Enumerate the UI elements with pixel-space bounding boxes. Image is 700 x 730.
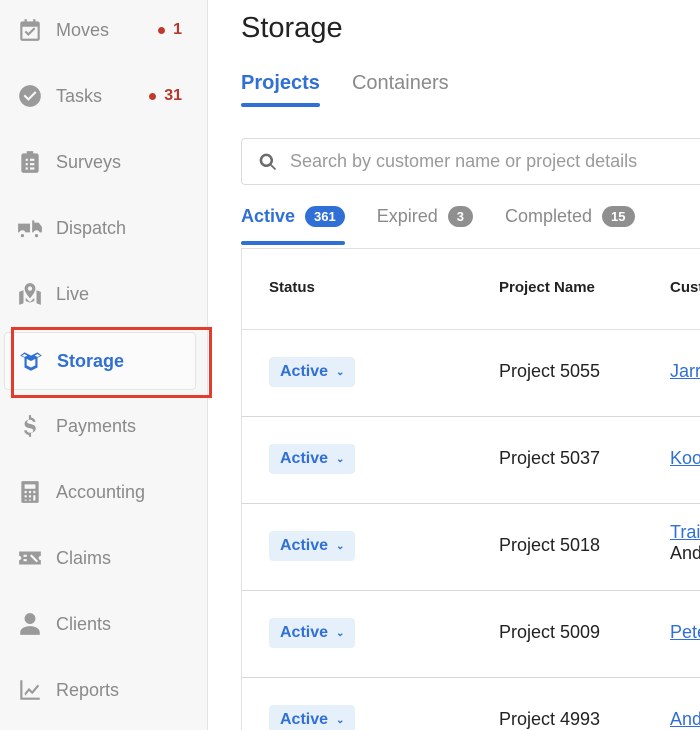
customer-secondary: And	[670, 543, 700, 563]
project-name: Project 4993	[499, 709, 601, 729]
top-tabs: Projects Containers	[241, 72, 481, 107]
projects-table: Status Project Name Cust Active⌄ Project…	[241, 248, 700, 730]
table-row[interactable]: Active ⌄ Project 5037 Koo	[242, 417, 700, 504]
chevron-down-icon: ⌄	[336, 366, 345, 378]
column-header-project-name[interactable]: Project Name	[499, 279, 595, 296]
sidebar-item-live[interactable]: Live	[16, 274, 196, 314]
table-row[interactable]: Active ⌄ Project 4993 And	[242, 678, 700, 730]
truck-icon	[16, 214, 44, 242]
user-icon	[16, 610, 44, 638]
sidebar-item-label: Live	[56, 283, 90, 304]
main-content: Storage Projects Containers Active 361 E…	[208, 0, 700, 730]
customer-cell: Trai And	[670, 522, 700, 564]
chevron-down-icon: ⌄	[336, 540, 345, 552]
project-name: Project 5037	[499, 448, 601, 468]
sidebar-item-clients[interactable]: Clients	[16, 604, 196, 644]
sidebar-item-tasks[interactable]: Tasks 31	[16, 76, 196, 116]
project-name: Project 5055	[499, 361, 601, 381]
red-dot-icon	[149, 92, 157, 100]
claim-ticket-icon	[16, 544, 44, 572]
customer-link[interactable]: Jarr	[670, 361, 700, 382]
sidebar-item-accounting[interactable]: Accounting	[16, 472, 196, 512]
customer-cell: And	[670, 709, 700, 730]
sidebar-item-moves[interactable]: Moves 1	[16, 10, 196, 50]
sidebar-item-label: Reports	[56, 679, 120, 700]
sidebar-item-label: Accounting	[56, 481, 146, 502]
status-dropdown[interactable]: Active ⌄	[269, 444, 355, 474]
sidebar-item-label: Surveys	[56, 151, 122, 172]
chevron-down-icon: ⌄	[336, 714, 345, 726]
calendar-check-icon	[16, 16, 44, 44]
sidebar-item-label: Tasks	[56, 85, 103, 106]
page-title: Storage	[241, 12, 343, 44]
customer-cell: Koo	[670, 448, 700, 469]
customer-link[interactable]: And	[670, 709, 700, 730]
status-tabs: Active 361 Expired 3 Completed 15	[241, 206, 667, 245]
chevron-down-icon: ⌄	[336, 453, 345, 465]
status-dropdown[interactable]: Active ⌄	[269, 357, 355, 387]
table-row[interactable]: Active ⌄ Project 5055 Jarr	[242, 330, 700, 417]
sidebar-item-label: Claims	[56, 547, 112, 568]
project-name: Project 5009	[499, 622, 601, 642]
clipboard-icon	[16, 148, 44, 176]
column-header-customer[interactable]: Cust	[670, 279, 700, 296]
tab-completed[interactable]: Completed 15	[505, 206, 635, 241]
count-badge: 3	[447, 206, 473, 227]
sidebar-item-surveys[interactable]: Surveys	[16, 142, 196, 182]
sidebar-item-payments[interactable]: Payments	[16, 406, 196, 446]
sidebar-item-label: Dispatch	[56, 217, 127, 238]
search-icon	[259, 153, 277, 170]
customer-cell: Pete	[670, 622, 700, 643]
dollar-icon	[16, 412, 44, 440]
red-dot-icon	[158, 26, 166, 34]
sidebar-item-reports[interactable]: Reports	[16, 670, 196, 710]
customer-link[interactable]: Pete	[670, 622, 700, 643]
highlight-box	[11, 327, 212, 398]
chevron-down-icon: ⌄	[336, 627, 345, 639]
notification-badge: 1	[158, 21, 182, 39]
sidebar-item-label: Moves	[56, 19, 110, 40]
sidebar-item-dispatch[interactable]: Dispatch	[16, 208, 196, 248]
search-box	[241, 138, 700, 185]
sidebar-item-claims[interactable]: Claims	[16, 538, 196, 578]
status-dropdown[interactable]: Active ⌄	[269, 705, 355, 730]
tab-active[interactable]: Active 361	[241, 206, 345, 245]
customer-link[interactable]: Koo	[670, 448, 700, 469]
table-header: Status Project Name Cust	[242, 249, 700, 330]
sidebar-item-label: Payments	[56, 415, 137, 436]
tab-expired[interactable]: Expired 3	[377, 206, 473, 241]
sidebar-item-label: Clients	[56, 613, 112, 634]
status-dropdown[interactable]: Active ⌄	[269, 531, 355, 561]
project-name: Project 5018	[499, 535, 601, 555]
table-row[interactable]: Active ⌄ Project 5018 Trai And	[242, 504, 700, 591]
count-badge: 361	[305, 206, 345, 227]
count-badge: 15	[602, 206, 635, 227]
check-circle-icon	[16, 82, 44, 110]
chart-icon	[16, 676, 44, 704]
tab-projects[interactable]: Projects	[241, 72, 320, 107]
table-row[interactable]: Active⌄ Project 5009 Pete	[242, 591, 700, 678]
status-dropdown[interactable]: Active ⌄	[269, 618, 355, 648]
customer-cell: Jarr	[670, 361, 700, 382]
notification-badge: 31	[149, 87, 182, 105]
column-header-status[interactable]: Status	[269, 279, 315, 296]
search-input[interactable]	[288, 150, 700, 173]
map-icon	[16, 280, 44, 308]
customer-link[interactable]: Trai	[670, 522, 700, 543]
tab-containers[interactable]: Containers	[352, 72, 449, 105]
calculator-icon	[16, 478, 44, 506]
